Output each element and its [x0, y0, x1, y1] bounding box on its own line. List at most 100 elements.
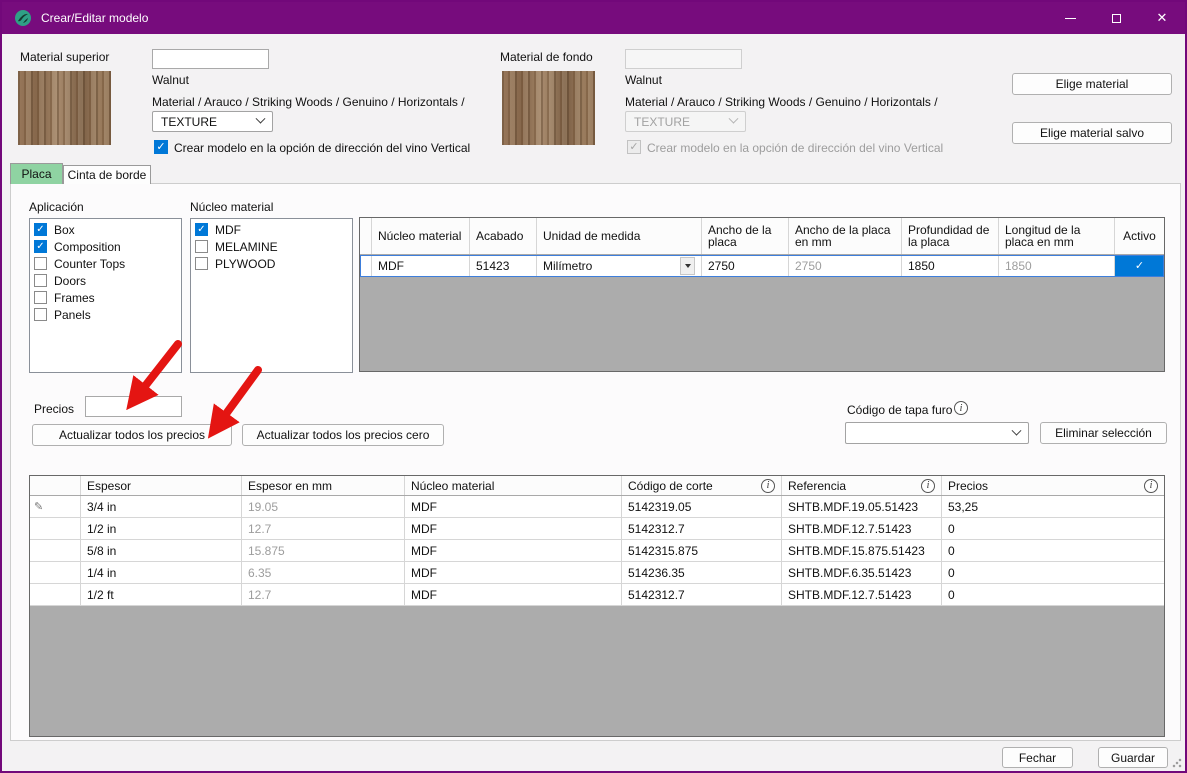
checkbox-checked-icon[interactable]: ✓ — [34, 223, 47, 236]
vertical-direction-checkbox[interactable]: ✓ — [154, 140, 168, 154]
plate-grid-row[interactable]: MDF 51423 Milímetro 2750 2750 1850 1850 … — [360, 255, 1164, 277]
aplicacion-item-frames[interactable]: Frames — [30, 289, 181, 306]
thickness-row[interactable]: 1/2 ft 12.7 MDF 5142312.7 SHTB.MDF.12.7.… — [30, 584, 1164, 606]
thickness-row[interactable]: 1/2 in 12.7 MDF 5142312.7 SHTB.MDF.12.7.… — [30, 518, 1164, 540]
checkbox-unchecked-icon[interactable] — [34, 291, 47, 304]
tab-placa[interactable]: Placa — [10, 163, 63, 184]
checkbox-unchecked-icon[interactable] — [34, 274, 47, 287]
cell-unidad-value: Milímetro — [543, 259, 592, 273]
material-fondo-name-input — [625, 49, 742, 69]
checkbox-unchecked-icon[interactable] — [195, 257, 208, 270]
cell-codigo[interactable]: 5142312.7 — [622, 518, 782, 540]
cell-espesor[interactable]: 1/4 in — [81, 562, 242, 584]
nucleo-item-melamine[interactable]: MELAMINE — [191, 238, 352, 255]
actualizar-precios-cero-button[interactable]: Actualizar todos los precios cero — [242, 424, 444, 446]
cell-precio[interactable]: 0 — [942, 518, 1164, 540]
elige-material-button[interactable]: Elige material — [1012, 73, 1172, 95]
cell-precio[interactable]: 0 — [942, 540, 1164, 562]
tab-cinta-de-borde[interactable]: Cinta de borde — [63, 165, 151, 184]
elige-material-salvo-button[interactable]: Elige material salvo — [1012, 122, 1172, 144]
resize-grip[interactable] — [1172, 758, 1182, 768]
cell-precio[interactable]: 53,25 — [942, 496, 1164, 518]
thickness-row[interactable]: ✎ 3/4 in 19.05 MDF 5142319.05 SHTB.MDF.1… — [30, 496, 1164, 518]
cell-nucleo[interactable]: MDF — [405, 584, 622, 606]
aplicacion-item-counter-tops[interactable]: Counter Tops — [30, 255, 181, 272]
nucleo-item-mdf[interactable]: ✓MDF — [191, 221, 352, 238]
cell-referencia[interactable]: SHTB.MDF.19.05.51423 — [782, 496, 942, 518]
aplicacion-item-box[interactable]: ✓Box — [30, 221, 181, 238]
cell-codigo[interactable]: 514236.35 — [622, 562, 782, 584]
cell-referencia[interactable]: SHTB.MDF.6.35.51423 — [782, 562, 942, 584]
info-icon[interactable]: i — [761, 479, 775, 493]
checkbox-checked-icon[interactable]: ✓ — [195, 223, 208, 236]
info-icon[interactable]: i — [954, 401, 968, 415]
col-ancho-placa-mm[interactable]: Ancho de la placa en mm — [789, 218, 902, 254]
col-nucleo-material[interactable]: Núcleo material — [405, 476, 622, 495]
cell-nucleo[interactable]: MDF — [405, 540, 622, 562]
cell-espesor[interactable]: 1/2 ft — [81, 584, 242, 606]
cell-codigo[interactable]: 5142315.875 — [622, 540, 782, 562]
col-precios[interactable]: Preciosi — [942, 476, 1164, 495]
col-unidad-de-medida[interactable]: Unidad de medida — [537, 218, 702, 254]
cell-nucleo[interactable]: MDF — [405, 562, 622, 584]
col-ancho-placa[interactable]: Ancho de la placa — [702, 218, 789, 254]
cell-precio[interactable]: 0 — [942, 584, 1164, 606]
cell-espesor[interactable]: 5/8 in — [81, 540, 242, 562]
col-espesor-mm[interactable]: Espesor en mm — [242, 476, 405, 495]
eliminar-seleccion-button[interactable]: Eliminar selección — [1040, 422, 1167, 444]
maximize-button[interactable] — [1093, 2, 1139, 34]
minimize-button[interactable] — [1047, 2, 1093, 34]
cell-codigo[interactable]: 5142319.05 — [622, 496, 782, 518]
aplicacion-item-doors[interactable]: Doors — [30, 272, 181, 289]
checkbox-unchecked-icon[interactable] — [34, 308, 47, 321]
col-codigo-corte[interactable]: Código de cortei — [622, 476, 782, 495]
checkbox-checked-icon[interactable]: ✓ — [34, 240, 47, 253]
cell-referencia[interactable]: SHTB.MDF.12.7.51423 — [782, 518, 942, 540]
cell-referencia[interactable]: SHTB.MDF.15.875.51423 — [782, 540, 942, 562]
material-superior-name-input[interactable] — [152, 49, 269, 69]
guardar-button[interactable]: Guardar — [1098, 747, 1168, 768]
tapa-furo-combo[interactable] — [845, 422, 1029, 444]
col-nucleo-material[interactable]: Núcleo material — [372, 218, 470, 254]
cell-nucleo[interactable]: MDF — [372, 255, 470, 277]
cell-ancho[interactable]: 2750 — [702, 255, 789, 277]
cell-espesor[interactable]: 1/2 in — [81, 518, 242, 540]
col-longitud-placa-mm[interactable]: Longitud de la placa en mm — [999, 218, 1115, 254]
cell-codigo[interactable]: 5142312.7 — [622, 584, 782, 606]
material-fondo-path: Material / Arauco / Striking Woods / Gen… — [625, 95, 938, 109]
nucleo-material-listbox: ✓MDF MELAMINE PLYWOOD — [190, 218, 353, 373]
material-fondo-type-value: TEXTURE — [634, 115, 690, 129]
col-referencia[interactable]: Referenciai — [782, 476, 942, 495]
col-acabado[interactable]: Acabado — [470, 218, 537, 254]
cell-nucleo[interactable]: MDF — [405, 518, 622, 540]
checkbox-unchecked-icon[interactable] — [34, 257, 47, 270]
cell-referencia[interactable]: SHTB.MDF.12.7.51423 — [782, 584, 942, 606]
cell-nucleo[interactable]: MDF — [405, 496, 622, 518]
cell-unidad-combo[interactable]: Milímetro — [537, 255, 702, 277]
precios-input[interactable] — [85, 396, 182, 417]
aplicacion-item-panels[interactable]: Panels — [30, 306, 181, 323]
aplicacion-item-composition[interactable]: ✓Composition — [30, 238, 181, 255]
check-icon: ✓ — [156, 142, 165, 153]
nucleo-item-plywood[interactable]: PLYWOOD — [191, 255, 352, 272]
material-superior-path: Material / Arauco / Striking Woods / Gen… — [152, 95, 465, 109]
cell-acabado[interactable]: 51423 — [470, 255, 537, 277]
checkbox-unchecked-icon[interactable] — [195, 240, 208, 253]
dropdown-arrow-icon[interactable] — [680, 257, 695, 275]
close-icon: ✕ — [1157, 10, 1168, 26]
cell-profundidad[interactable]: 1850 — [902, 255, 999, 277]
cell-activo-checkbox[interactable]: ✓ — [1115, 255, 1164, 277]
actualizar-precios-button[interactable]: Actualizar todos los precios — [32, 424, 232, 446]
col-espesor[interactable]: Espesor — [81, 476, 242, 495]
cell-espesor[interactable]: 3/4 in — [81, 496, 242, 518]
thickness-row[interactable]: 1/4 in 6.35 MDF 514236.35 SHTB.MDF.6.35.… — [30, 562, 1164, 584]
col-activo[interactable]: Activo — [1115, 218, 1164, 254]
fechar-button[interactable]: Fechar — [1002, 747, 1073, 768]
thickness-row[interactable]: 5/8 in 15.875 MDF 5142315.875 SHTB.MDF.1… — [30, 540, 1164, 562]
cell-precio[interactable]: 0 — [942, 562, 1164, 584]
info-icon[interactable]: i — [1144, 479, 1158, 493]
close-button[interactable]: ✕ — [1139, 2, 1185, 34]
info-icon[interactable]: i — [921, 479, 935, 493]
material-superior-type-combo[interactable]: TEXTURE — [152, 111, 273, 132]
col-profundidad-placa[interactable]: Profundidad de la placa — [902, 218, 999, 254]
